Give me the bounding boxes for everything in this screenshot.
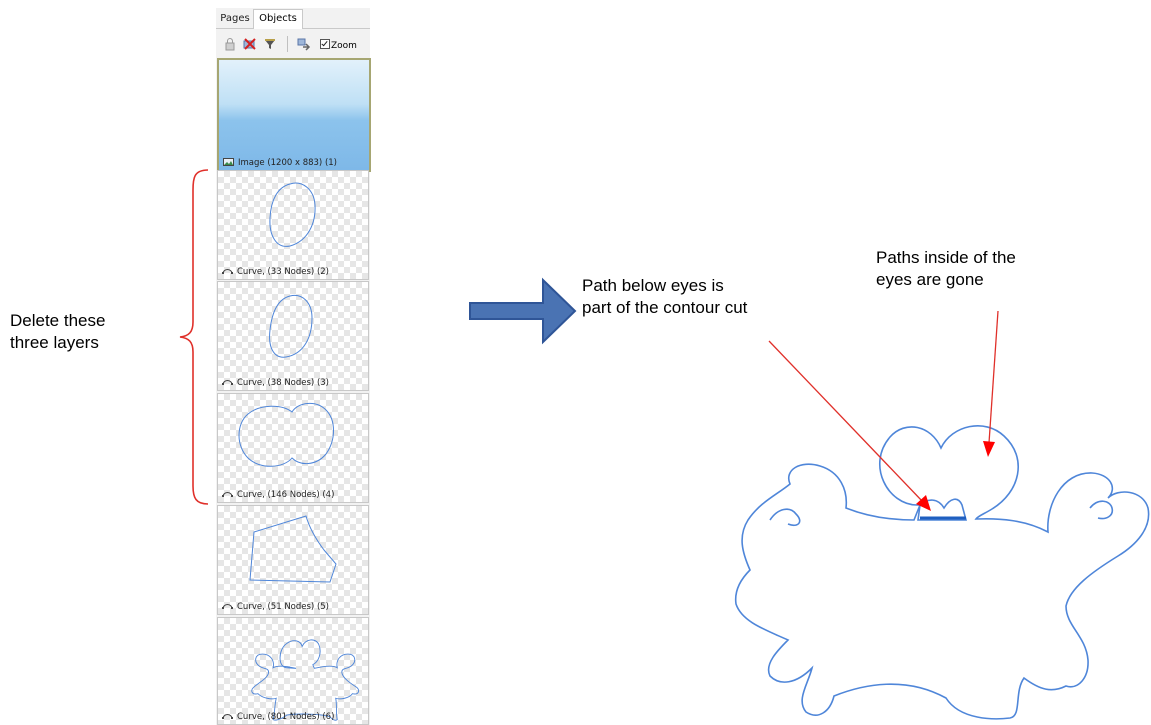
pointer-line-1 — [768, 340, 924, 503]
annotation-overlay — [179, 169, 1150, 720]
paths-inside-note-line-1: Paths inside of the — [876, 248, 1016, 267]
crab-contour — [734, 425, 1150, 720]
blue-arrow-icon — [469, 277, 577, 345]
path-below-note: Path below eyes is part of the contour c… — [582, 275, 747, 319]
path-below-note-line-1: Path below eyes is — [582, 276, 724, 295]
paths-inside-note: Paths inside of the eyes are gone — [876, 247, 1016, 291]
red-bracket — [179, 169, 209, 505]
paths-inside-note-line-2: eyes are gone — [876, 270, 984, 289]
pointer-head-2 — [983, 441, 995, 457]
path-below-note-line-2: part of the contour cut — [582, 298, 748, 317]
pointer-line-2 — [988, 310, 999, 444]
